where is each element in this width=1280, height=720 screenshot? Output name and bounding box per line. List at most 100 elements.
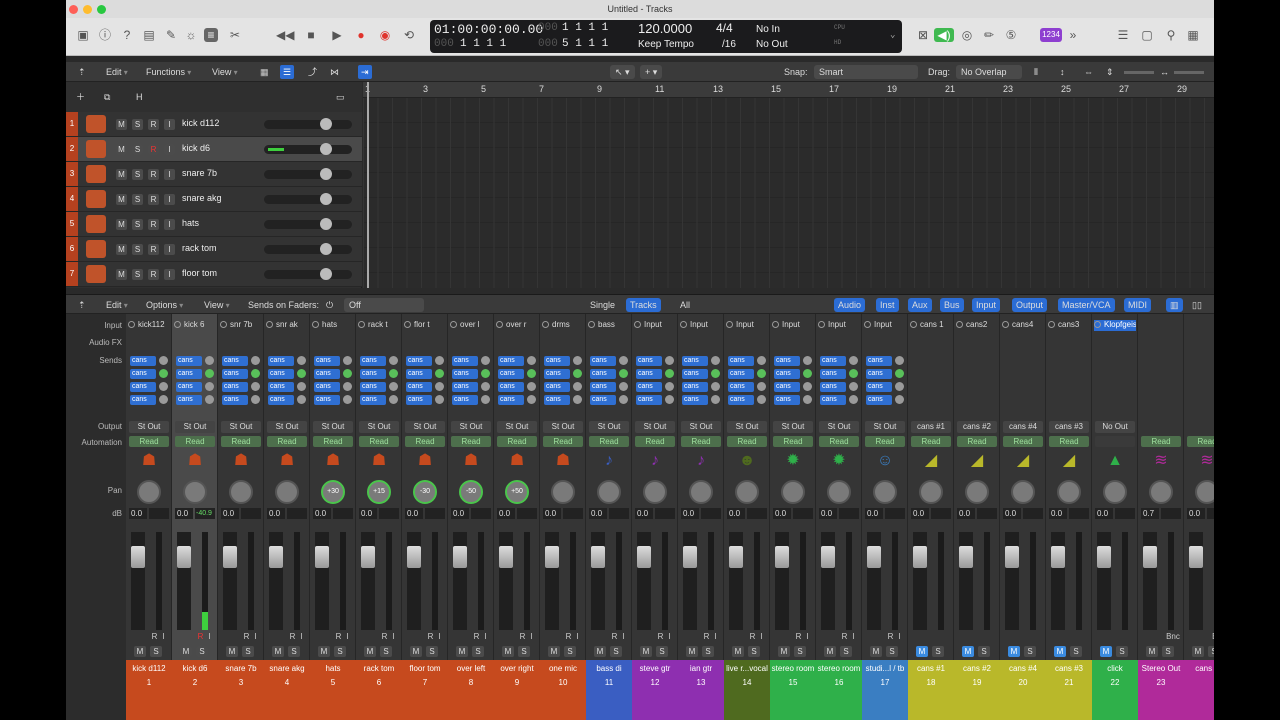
send-level-knob[interactable] bbox=[711, 395, 720, 404]
send-slot[interactable]: cans bbox=[728, 395, 754, 405]
input-slot[interactable]: flor t bbox=[404, 320, 446, 331]
mute-button[interactable]: M bbox=[732, 646, 744, 657]
pan-knob[interactable] bbox=[781, 480, 805, 504]
volume-fader[interactable] bbox=[407, 532, 421, 630]
fader-cap[interactable] bbox=[959, 546, 973, 568]
send-level-knob[interactable] bbox=[389, 382, 398, 391]
volume-fader[interactable] bbox=[1097, 532, 1111, 630]
fader-cap[interactable] bbox=[591, 546, 605, 568]
pan-knob[interactable] bbox=[1149, 480, 1173, 504]
mute-button[interactable]: M bbox=[916, 646, 928, 657]
send-slot[interactable]: cans bbox=[498, 369, 524, 379]
send-level-knob[interactable] bbox=[297, 356, 306, 365]
input-slot[interactable]: snr 7b bbox=[220, 320, 262, 331]
channel-name-plate[interactable]: cans #2 19 bbox=[954, 660, 1000, 720]
record-button[interactable]: R bbox=[518, 632, 527, 642]
mute-button[interactable]: M bbox=[502, 646, 514, 657]
send-slot[interactable]: cans bbox=[774, 369, 800, 379]
apple-loops-badge[interactable]: 1234 bbox=[1040, 28, 1062, 42]
pan-knob[interactable] bbox=[873, 480, 897, 504]
send-level-knob[interactable] bbox=[159, 369, 168, 378]
bounce-button[interactable]: Bnc bbox=[1210, 632, 1214, 642]
fader-cap[interactable] bbox=[1097, 546, 1111, 568]
volume-fader[interactable] bbox=[867, 532, 881, 630]
channel-strip[interactable]: Read ≋ 0.7 Bnc M S Stereo Out 23 bbox=[1138, 314, 1184, 720]
input-slot[interactable]: kick 6 bbox=[174, 320, 216, 331]
send-level-knob[interactable] bbox=[297, 395, 306, 404]
record-enable-button[interactable]: R bbox=[148, 194, 159, 205]
volume-fader[interactable] bbox=[1143, 532, 1157, 630]
send-slot[interactable]: cans bbox=[820, 382, 846, 392]
fader-cap[interactable] bbox=[637, 546, 651, 568]
view-tracks-button[interactable]: Tracks bbox=[626, 298, 661, 312]
pan-knob[interactable] bbox=[1057, 480, 1081, 504]
send-slot[interactable]: cans bbox=[314, 369, 340, 379]
track-row[interactable]: 4 M S R Isnare akg bbox=[66, 187, 362, 212]
input-monitor-button[interactable]: I bbox=[757, 632, 766, 642]
input-slot[interactable]: Input bbox=[680, 320, 722, 331]
input-slot[interactable] bbox=[1186, 320, 1214, 331]
mute-button[interactable]: M bbox=[226, 646, 238, 657]
send-level-knob[interactable] bbox=[665, 395, 674, 404]
channel-strip[interactable]: Read ≋ 0.0 Bnc MScans # bbox=[1184, 314, 1214, 720]
automation-mode[interactable]: Read bbox=[911, 436, 951, 447]
double-chevron-icon[interactable]: » bbox=[1066, 28, 1080, 42]
send-slot[interactable]: cans bbox=[820, 356, 846, 366]
solo-button[interactable]: S bbox=[132, 244, 143, 255]
send-slot[interactable]: cans bbox=[636, 395, 662, 405]
send-slot[interactable]: cans bbox=[360, 356, 386, 366]
scissors-icon[interactable]: ✂ bbox=[228, 28, 242, 42]
channel-strip[interactable]: drms cans cans cans cans St Out Read ☗ 0.0 R I M Son… bbox=[540, 314, 586, 720]
send-slot[interactable]: cans bbox=[866, 395, 892, 405]
channel-name-plate[interactable]: ian gtr 13 bbox=[678, 660, 724, 720]
send-slot[interactable]: cans bbox=[314, 382, 340, 392]
send-level-knob[interactable] bbox=[205, 356, 214, 365]
mixer-view-menu[interactable]: View bbox=[204, 298, 230, 312]
toolbar-icon[interactable]: ▤ bbox=[142, 28, 156, 42]
record-button[interactable]: R bbox=[472, 632, 481, 642]
fader-cap[interactable] bbox=[775, 546, 789, 568]
automation-mode[interactable]: Read bbox=[819, 436, 859, 447]
waveform-zoom-icon[interactable]: ⦀ bbox=[1034, 65, 1038, 79]
automation-mode[interactable]: Read bbox=[1049, 436, 1089, 447]
send-slot[interactable]: cans bbox=[774, 356, 800, 366]
input-slot[interactable]: over r bbox=[496, 320, 538, 331]
track-row[interactable]: 6 M S R Irack tom bbox=[66, 237, 362, 262]
record-button[interactable]: R bbox=[150, 632, 159, 642]
send-level-knob[interactable] bbox=[711, 356, 720, 365]
output-slot[interactable]: St Out bbox=[727, 421, 767, 433]
send-slot[interactable]: cans bbox=[866, 382, 892, 392]
mute-button[interactable]: M bbox=[456, 646, 468, 657]
input-slot[interactable]: kick112 bbox=[128, 320, 170, 331]
volume-db-value[interactable]: 0.0 bbox=[451, 508, 469, 519]
send-slot[interactable]: cans bbox=[130, 369, 156, 379]
fader-cap[interactable] bbox=[729, 546, 743, 568]
send-level-knob[interactable] bbox=[803, 382, 812, 391]
solo-button[interactable]: S bbox=[132, 219, 143, 230]
volume-db-value[interactable]: 0.0 bbox=[819, 508, 837, 519]
send-level-knob[interactable] bbox=[481, 369, 490, 378]
send-level-knob[interactable] bbox=[619, 395, 628, 404]
solo-button[interactable]: S bbox=[472, 646, 484, 657]
send-slot[interactable]: cans bbox=[406, 382, 432, 392]
send-slot[interactable]: cans bbox=[728, 369, 754, 379]
sends-on-faders-select[interactable]: Off bbox=[344, 298, 424, 312]
automation-mode[interactable]: Read bbox=[681, 436, 721, 447]
record-button[interactable]: R bbox=[748, 632, 757, 642]
mute-button[interactable]: M bbox=[962, 646, 974, 657]
input-slot[interactable]: cans 1 bbox=[910, 320, 952, 331]
send-level-knob[interactable] bbox=[527, 395, 536, 404]
catch-icon[interactable]: ⇥ bbox=[358, 65, 372, 79]
send-level-knob[interactable] bbox=[573, 369, 582, 378]
send-level-knob[interactable] bbox=[619, 382, 628, 391]
input-monitor-button[interactable]: I bbox=[343, 632, 352, 642]
send-level-knob[interactable] bbox=[849, 382, 858, 391]
record-enable-button[interactable]: R bbox=[148, 119, 159, 130]
send-slot[interactable]: cans bbox=[498, 356, 524, 366]
fader-cap[interactable] bbox=[453, 546, 467, 568]
fader-cap[interactable] bbox=[269, 546, 283, 568]
mute-button[interactable]: M bbox=[116, 269, 127, 280]
send-level-knob[interactable] bbox=[757, 369, 766, 378]
solo-button[interactable]: S bbox=[1070, 646, 1082, 657]
record-button[interactable]: R bbox=[840, 632, 849, 642]
